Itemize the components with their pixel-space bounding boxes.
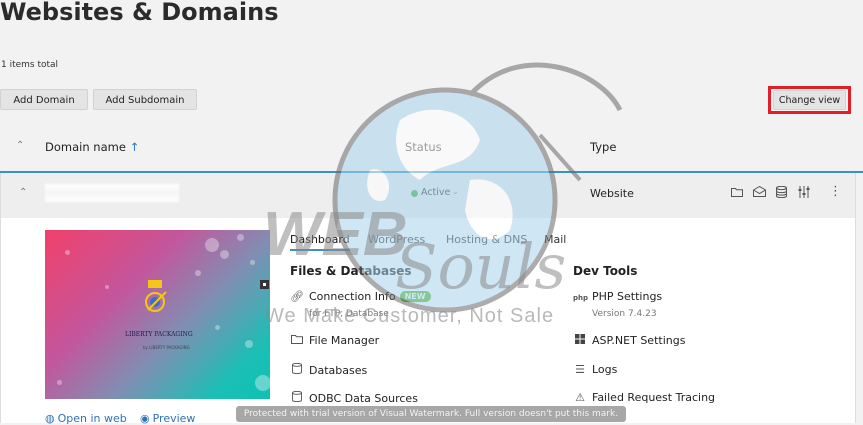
domain-name-header-label: Domain name (45, 140, 126, 154)
odbc-link[interactable]: ODBC Data Sources (290, 390, 418, 405)
site-preview-thumbnail[interactable]: LIBERTY PACKAGING by LIBERTY PACKAGING ▪ (45, 230, 270, 399)
database-icon (290, 362, 304, 377)
logs-label: Logs (592, 363, 618, 376)
new-badge: NEW (399, 291, 431, 302)
tab-dashboard[interactable]: Dashboard (290, 233, 350, 251)
files-databases-title: Files & Databases (290, 264, 412, 278)
aspnet-settings-label: ASP.NET Settings (592, 334, 686, 347)
file-manager-link[interactable]: File Manager (290, 334, 379, 347)
add-subdomain-button[interactable]: Add Subdomain (93, 89, 197, 110)
failed-request-tracing-label: Failed Request Tracing (592, 391, 716, 404)
windows-icon (573, 334, 587, 347)
odbc-icon (290, 390, 304, 405)
domain-name-redacted[interactable] (45, 184, 179, 202)
tracing-icon: ⚠ (575, 391, 585, 404)
folder-icon (290, 334, 304, 347)
items-count: 1 items total (1, 60, 59, 70)
database-icon[interactable] (774, 185, 788, 201)
chevron-up-icon[interactable]: ⌃ (19, 187, 27, 198)
eye-icon: ◉ (140, 412, 150, 425)
file-manager-label: File Manager (309, 334, 380, 347)
preview-label: Preview (152, 412, 196, 425)
thumbnail-badge: ▪ (260, 280, 269, 289)
add-domain-button[interactable]: Add Domain (0, 89, 88, 110)
failed-request-tracing-link[interactable]: ⚠ Failed Request Tracing (573, 391, 715, 404)
preview-link[interactable]: ◉ Preview (140, 412, 195, 425)
databases-label: Databases (309, 364, 368, 377)
tab-hosting-dns[interactable]: Hosting & DNS (446, 233, 527, 246)
chevron-down-icon[interactable]: ⌄ (452, 187, 459, 196)
tab-wordpress[interactable]: WordPress (368, 233, 425, 246)
aspnet-settings-link[interactable]: ASP.NET Settings (573, 334, 685, 347)
php-settings-link[interactable]: php PHP Settings (573, 290, 662, 303)
open-in-web-label: Open in web (57, 412, 127, 425)
php-icon: php (573, 294, 589, 302)
status-badge[interactable]: Active (421, 187, 450, 198)
connection-info-sub: for FTP, Database (309, 309, 389, 319)
tab-mail[interactable]: Mail (544, 233, 566, 246)
status-header: Status (405, 140, 442, 154)
row-type: Website (590, 187, 634, 200)
dev-tools-title: Dev Tools (573, 264, 638, 278)
odbc-label: ODBC Data Sources (309, 392, 418, 405)
php-version: Version 7.4.23 (592, 309, 657, 319)
watermark-notice: Protected with trial version of Visual W… (236, 406, 626, 422)
folder-icon[interactable] (730, 186, 744, 200)
settings-sliders-icon[interactable] (797, 186, 811, 201)
page-title: Websites & Domains (0, 0, 279, 26)
globe-icon: ◍ (45, 412, 55, 425)
sort-asc-icon: ↑ (129, 140, 140, 154)
type-header: Type (590, 140, 617, 154)
open-in-web-link[interactable]: ◍ Open in web (45, 412, 127, 425)
collapse-all-icon[interactable]: ⌃ (16, 140, 24, 151)
more-options-icon[interactable]: ⋮ (829, 184, 842, 199)
connection-info-link[interactable]: 🔗︎ Connection Info NEW (290, 290, 431, 303)
databases-link[interactable]: Databases (290, 362, 368, 377)
connection-info-label: Connection Info (309, 290, 396, 303)
logs-link[interactable]: ☰ Logs (573, 363, 617, 376)
logs-icon: ☰ (575, 363, 585, 376)
change-view-button[interactable]: Change view (773, 90, 846, 110)
php-settings-label: PHP Settings (592, 290, 663, 303)
link-icon: 🔗︎ (290, 290, 304, 303)
status-active-dot (411, 190, 418, 197)
site-heading-text: LIBERTY PACKAGING (125, 331, 193, 338)
site-logo-icon (145, 280, 167, 312)
mail-icon[interactable] (752, 185, 766, 200)
domain-name-header[interactable]: Domain name ↑ (45, 140, 139, 154)
site-sub-text: by LIBERTY PACKAGING (143, 345, 190, 350)
